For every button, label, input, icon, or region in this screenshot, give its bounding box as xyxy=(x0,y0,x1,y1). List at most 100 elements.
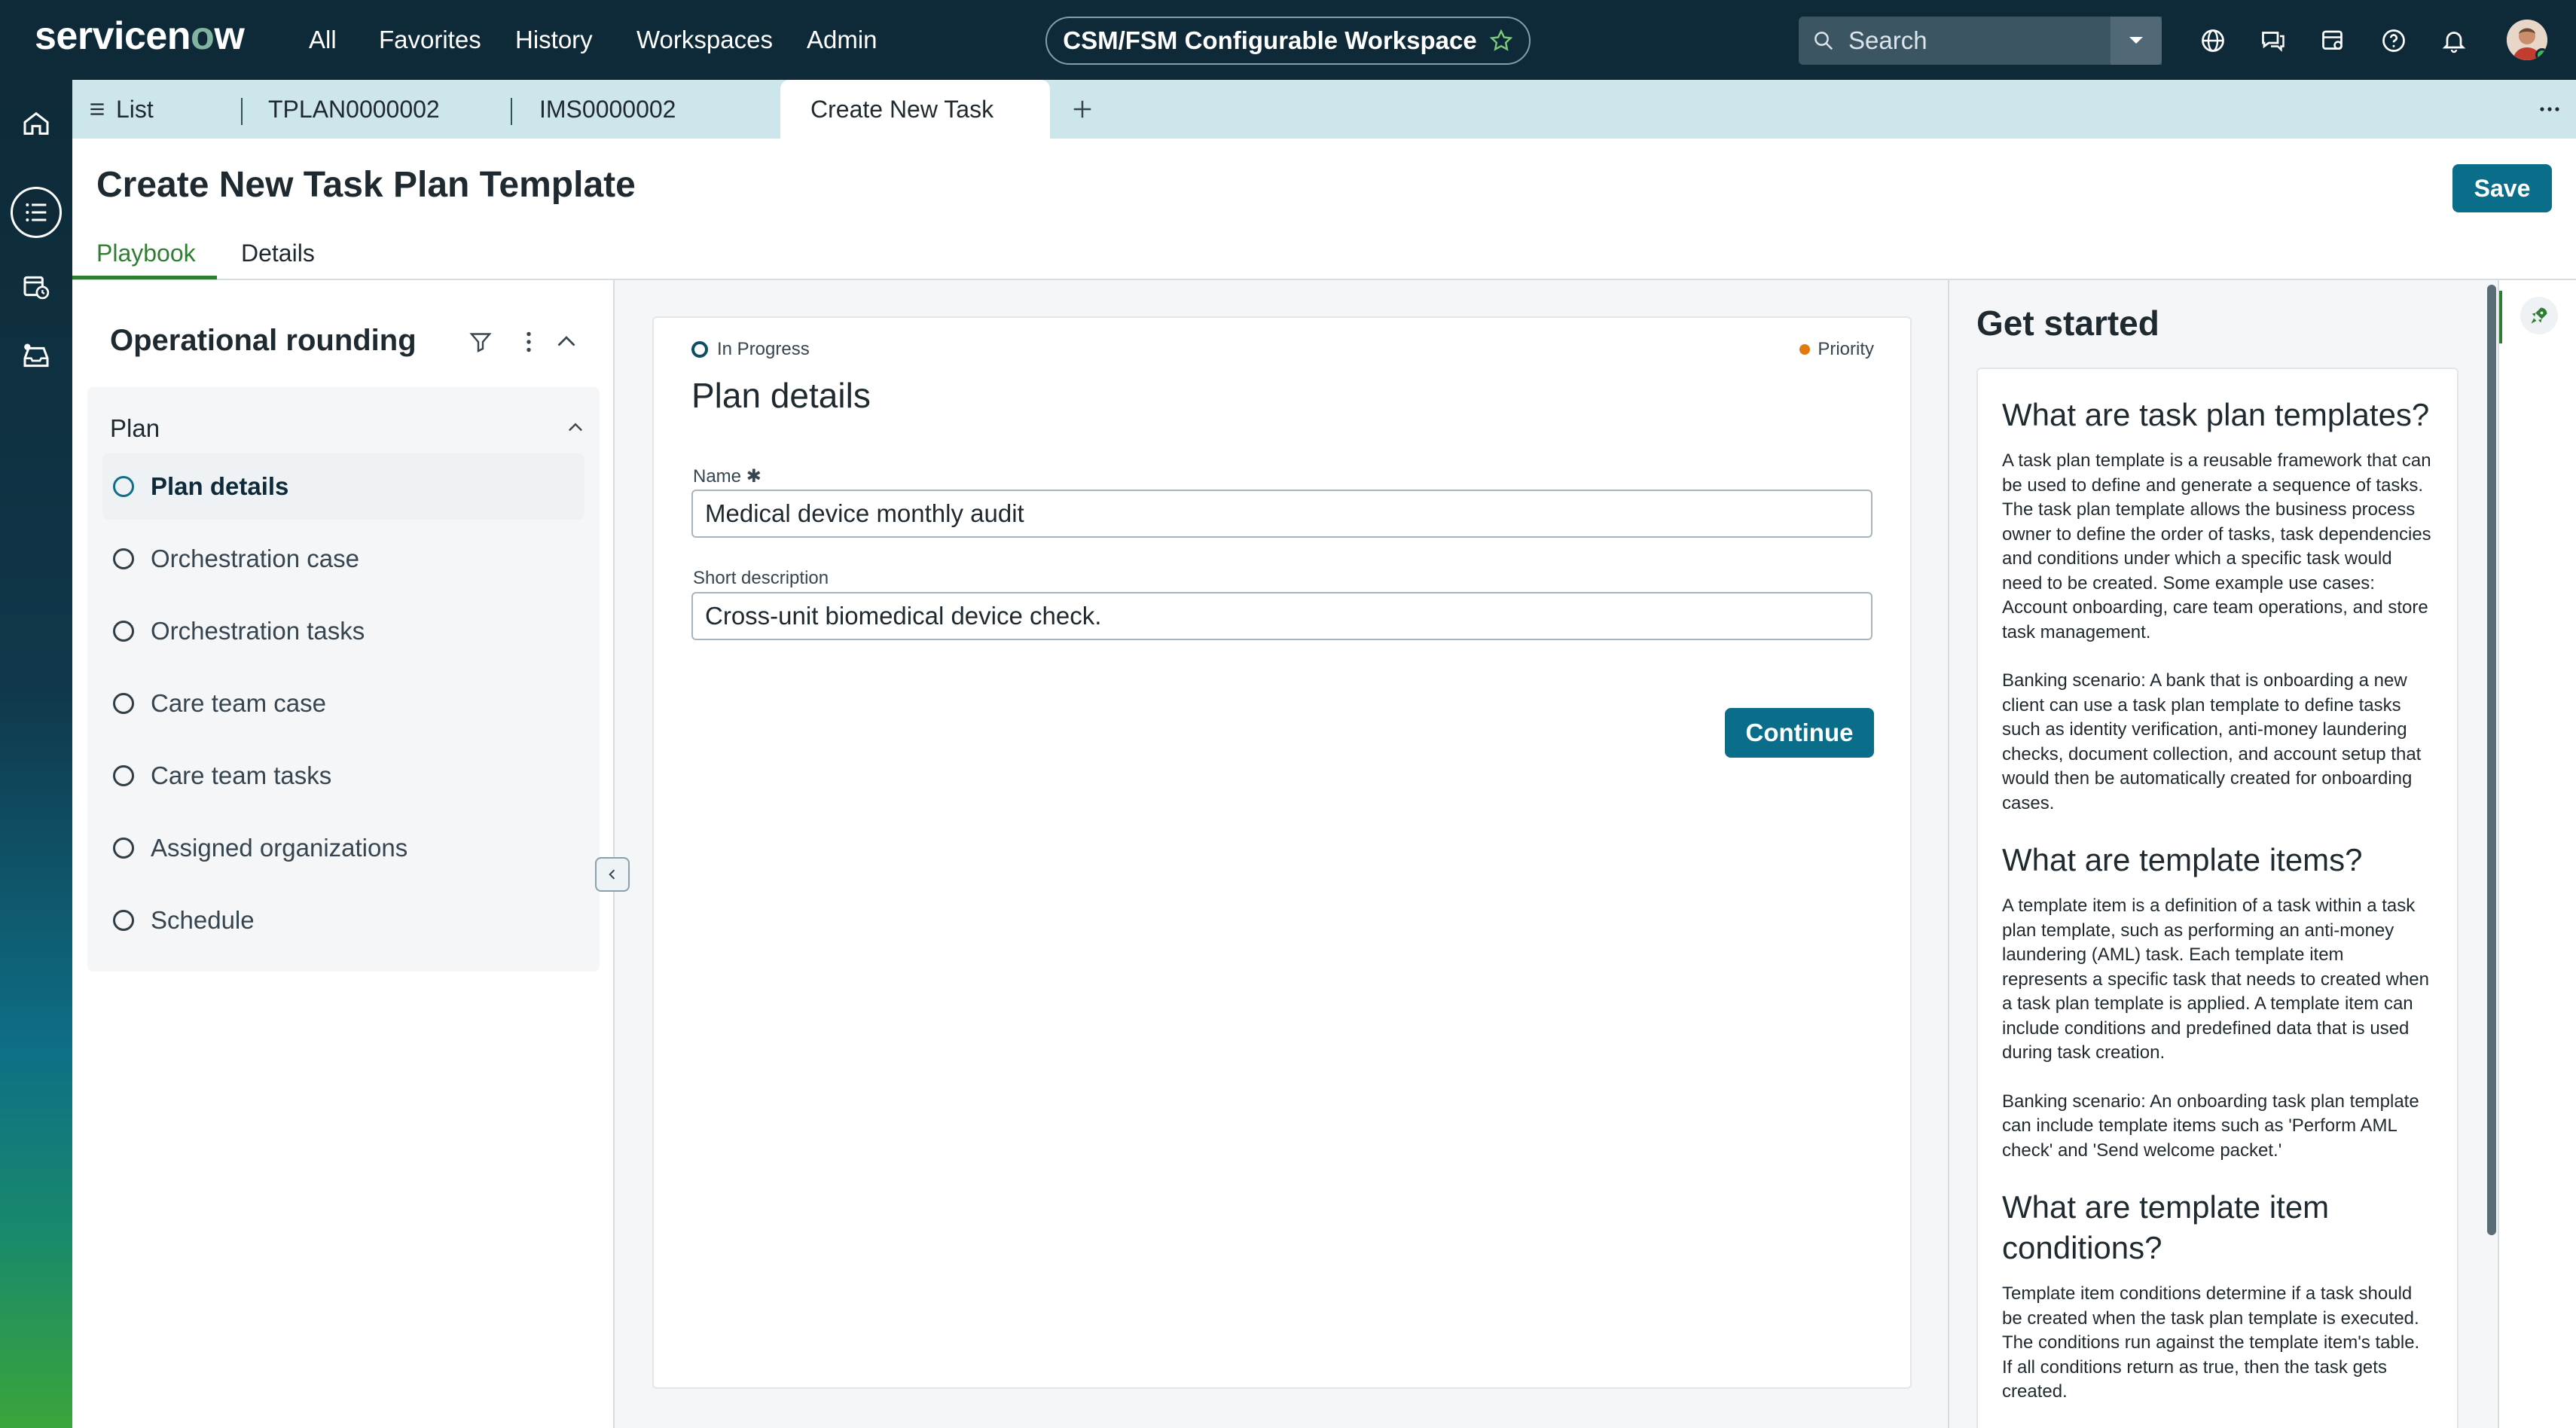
help-title: Get started xyxy=(1976,304,2159,343)
tab-divider xyxy=(511,98,512,125)
step-orchestration-tasks[interactable]: Orchestration tasks xyxy=(102,598,584,664)
filter-icon[interactable] xyxy=(467,328,494,355)
guidance-button[interactable] xyxy=(2520,297,2558,334)
tabs-overflow-button[interactable] xyxy=(2538,80,2561,139)
form-title: Plan details xyxy=(691,376,871,415)
step-label: Care team case xyxy=(151,689,326,717)
list-button[interactable] xyxy=(11,187,62,238)
step-label: Assigned organizations xyxy=(151,834,408,862)
bell-icon[interactable] xyxy=(2440,27,2468,54)
tab-create-new-task[interactable]: Create New Task xyxy=(780,80,1050,139)
step-status-circle xyxy=(113,476,134,497)
user-avatar[interactable] xyxy=(2507,20,2547,60)
step-assigned-organizations[interactable]: Assigned organizations xyxy=(102,815,584,881)
save-button[interactable]: Save xyxy=(2452,164,2552,212)
servicenow-logo[interactable]: servicenow xyxy=(35,14,245,59)
step-orchestration-case[interactable]: Orchestration case xyxy=(102,526,584,592)
tab-tplan[interactable]: TPLAN0000002 xyxy=(268,80,440,139)
nav-admin[interactable]: Admin xyxy=(807,26,877,54)
rocket-icon xyxy=(2531,307,2547,324)
step-status-circle xyxy=(113,548,134,569)
chevron-left-icon xyxy=(609,869,615,880)
in-progress-icon xyxy=(691,341,708,358)
list-icon xyxy=(26,203,47,221)
short-description-field[interactable] xyxy=(691,592,1872,640)
contextual-sidebar xyxy=(2498,280,2576,1428)
active-subtab-indicator xyxy=(72,276,217,279)
continue-button[interactable]: Continue xyxy=(1725,708,1874,758)
help-panel: Get started What are task plan templates… xyxy=(1948,280,2498,1428)
step-status-circle xyxy=(113,910,134,931)
search-icon xyxy=(1814,32,1833,50)
step-care-team-case[interactable]: Care team case xyxy=(102,670,584,737)
home-button[interactable] xyxy=(11,98,62,149)
search-placeholder: Search xyxy=(1848,26,1927,54)
chevron-up-icon[interactable] xyxy=(565,417,586,438)
help-card: What are task plan templates? A task pla… xyxy=(1976,368,2458,1428)
tab-divider xyxy=(241,98,243,125)
workspace-name: CSM/FSM Configurable Workspace xyxy=(1063,26,1477,54)
short-description-label: Short description xyxy=(693,568,829,588)
step-schedule[interactable]: Schedule xyxy=(102,887,584,954)
online-status-dot xyxy=(2535,48,2547,60)
help-paragraph: Template item conditions determine if a … xyxy=(2002,1283,2420,1402)
more-vertical-icon[interactable] xyxy=(515,328,542,355)
tab-ims[interactable]: IMS0000002 xyxy=(539,80,676,139)
playbook-title: Operational rounding xyxy=(110,324,417,357)
top-header: servicenow All Favorites History Workspa… xyxy=(0,0,2576,80)
status-text: In Progress xyxy=(717,339,810,359)
nav-all[interactable]: All xyxy=(309,26,337,54)
inbox-button[interactable] xyxy=(11,331,62,383)
help-heading: What are template items? xyxy=(2002,842,2363,877)
status-indicator: In Progress xyxy=(691,339,810,360)
nav-favorites[interactable]: Favorites xyxy=(379,26,481,54)
favorite-star-icon[interactable] xyxy=(1489,29,1513,53)
search-scope-dropdown[interactable] xyxy=(2111,17,2162,65)
step-label: Plan details xyxy=(151,472,289,500)
playbook-panel: Operational rounding Plan Plan details O… xyxy=(72,280,615,1428)
step-status-circle xyxy=(113,765,134,786)
subtab-details[interactable]: Details xyxy=(241,240,315,267)
help-paragraph: A task plan template is a reusable frame… xyxy=(2002,450,2431,642)
name-field[interactable] xyxy=(691,490,1872,538)
step-status-circle xyxy=(113,838,134,859)
subtab-playbook[interactable]: Playbook xyxy=(96,240,196,267)
globe-icon[interactable] xyxy=(2199,27,2227,54)
nav-workspaces[interactable]: Workspaces xyxy=(636,26,773,54)
chevron-up-icon[interactable] xyxy=(553,328,580,355)
priority-dot-icon xyxy=(1799,344,1811,355)
inbox-search-icon[interactable] xyxy=(2320,27,2347,54)
step-label: Orchestration tasks xyxy=(151,617,365,645)
active-sidebar-indicator xyxy=(2499,291,2502,343)
global-search[interactable]: Search xyxy=(1799,17,2162,65)
collapse-panel-button[interactable] xyxy=(595,857,630,892)
caret-down-icon xyxy=(2129,37,2143,44)
plan-group-label[interactable]: Plan xyxy=(110,414,160,443)
name-label: Name ✱ xyxy=(693,466,762,487)
chat-icon[interactable] xyxy=(2260,27,2287,54)
calendar-clock-icon xyxy=(23,276,50,300)
nav-history[interactable]: History xyxy=(515,26,593,54)
tab-list[interactable]: List xyxy=(87,80,154,139)
plan-details-card: In Progress Priority Plan details Name ✱… xyxy=(652,316,1912,1389)
help-icon[interactable] xyxy=(2380,27,2407,54)
left-rail xyxy=(0,80,72,1428)
step-status-circle xyxy=(113,621,134,642)
priority-indicator: Priority xyxy=(1799,339,1874,360)
schedule-button[interactable] xyxy=(11,261,62,312)
workspace-pill[interactable]: CSM/FSM Configurable Workspace xyxy=(1045,17,1531,65)
step-plan-details[interactable]: Plan details xyxy=(102,453,584,520)
inbox-icon xyxy=(23,343,49,368)
help-scrollbar[interactable] xyxy=(2487,285,2496,1235)
tab-create-label: Create New Task xyxy=(810,95,994,123)
record-tab-strip: List TPLAN0000002 IMS0000002 Create New … xyxy=(72,80,2576,139)
help-paragraph: Banking scenario: An onboarding task pla… xyxy=(2002,1091,2419,1161)
help-paragraph: A template item is a definition of a tas… xyxy=(2002,896,2429,1063)
step-status-circle xyxy=(113,693,134,714)
new-tab-button[interactable] xyxy=(1071,80,1094,139)
help-heading: What are task plan templates? xyxy=(2002,397,2430,432)
help-heading: What are template item conditions? xyxy=(2002,1189,2330,1265)
step-label: Care team tasks xyxy=(151,761,332,789)
step-care-team-tasks[interactable]: Care team tasks xyxy=(102,743,584,809)
page-title: Create New Task Plan Template xyxy=(96,165,636,205)
